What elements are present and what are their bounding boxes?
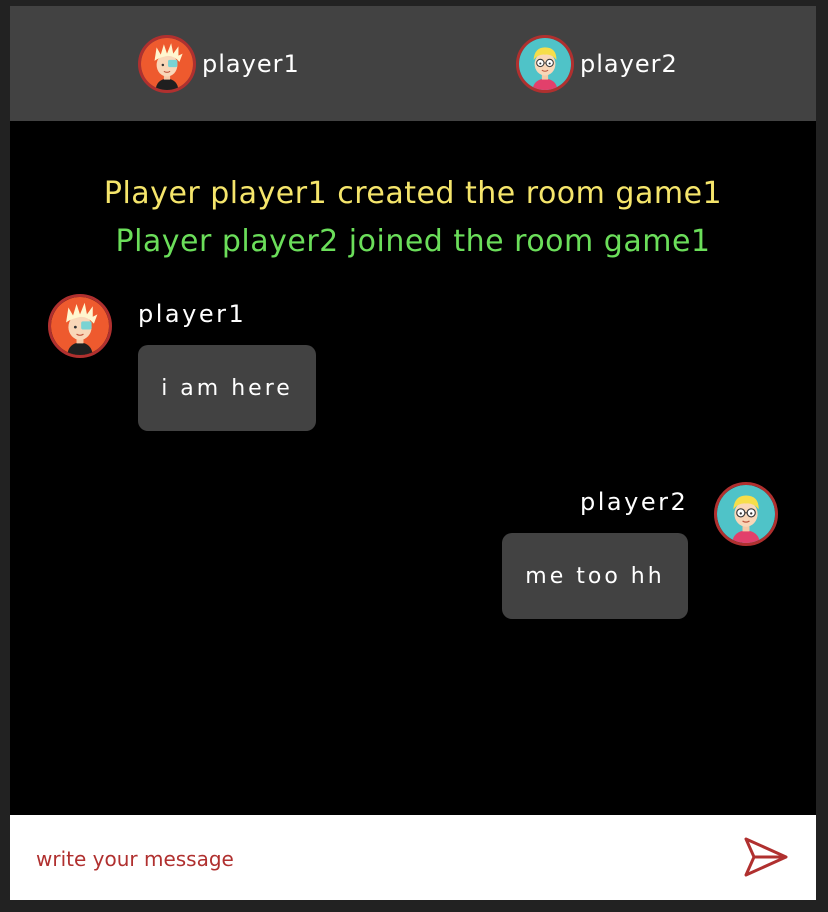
message-bubble: i am here	[138, 345, 316, 431]
message-sender-name: player2	[580, 488, 689, 516]
message-bubble: me too hh	[502, 533, 688, 619]
message-input[interactable]	[34, 837, 698, 881]
system-message-room-created: Player player1 created the room game1	[103, 176, 723, 211]
message-sender-name: player1	[138, 300, 247, 328]
glasses-boy-avatar-icon	[714, 482, 778, 546]
send-icon[interactable]	[742, 835, 790, 879]
chat-room: player1 player2 Player player1 created t…	[10, 6, 816, 900]
header-player-name: player1	[202, 50, 300, 78]
message-composer	[10, 815, 816, 900]
glasses-boy-avatar-icon	[516, 35, 574, 93]
header-player-1: player1	[138, 32, 300, 96]
message-avatar	[714, 482, 778, 546]
header-player-name: player2	[580, 50, 678, 78]
players-header: player1 player2	[10, 6, 816, 121]
system-message-player-joined: Player player2 joined the room game1	[115, 224, 711, 259]
header-player-2: player2	[516, 32, 678, 96]
spiky-hair-boy-avatar-icon	[138, 35, 196, 93]
spiky-hair-boy-avatar-icon	[48, 294, 112, 358]
message-avatar	[48, 294, 112, 358]
